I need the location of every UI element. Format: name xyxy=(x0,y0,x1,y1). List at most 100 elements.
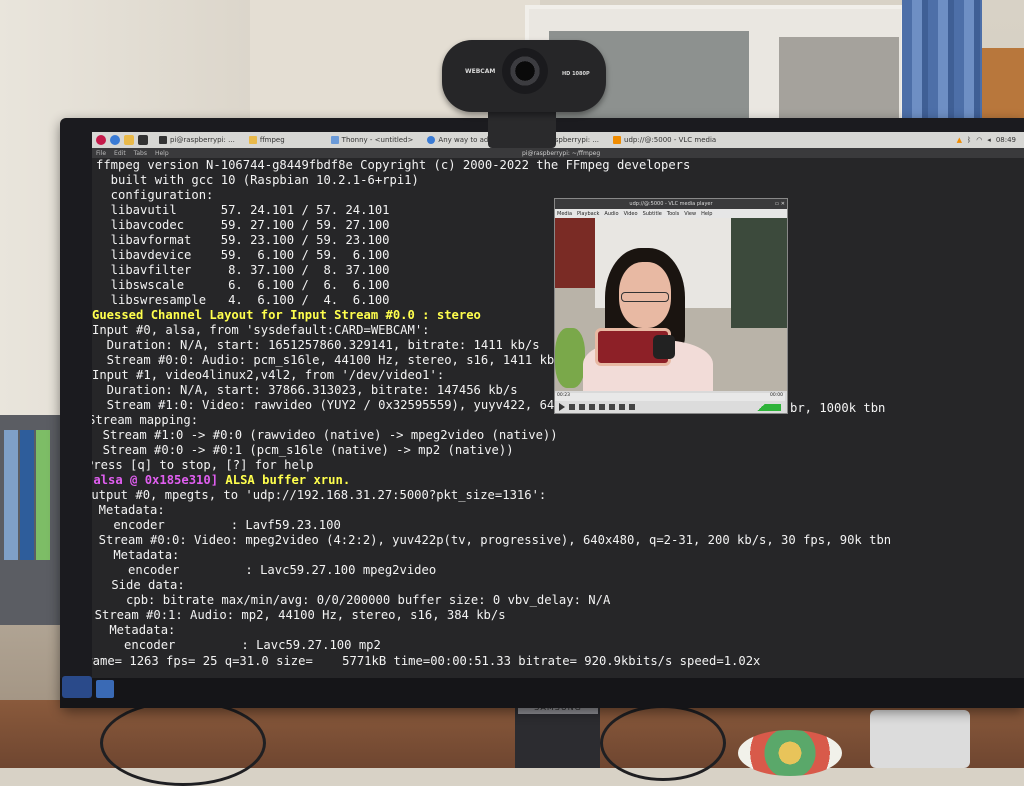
terminal-line: Metadata: xyxy=(92,503,165,517)
bluetooth-icon[interactable]: ᛒ xyxy=(967,136,971,144)
webcam-brand: WEBCAM xyxy=(465,68,496,75)
taskbar-item-vlc[interactable]: udp://@:5000 - VLC media xyxy=(610,134,719,146)
vlc-menubar: Media Playback Audio Video Subtitle Tool… xyxy=(555,209,787,218)
webcam-resolution: HD 1080P xyxy=(562,71,590,77)
vlc-title: udp://@:5000 - VLC media player xyxy=(629,201,713,207)
monitor: pi@raspberrypi: ... ffmpeg Thonny - <unt… xyxy=(60,118,1024,708)
book-spine xyxy=(36,430,50,560)
terminal-line: built with gcc 10 (Raspbian 10.2.1-6+rpi… xyxy=(96,173,419,187)
terminal-line: Stream #0:0: Video: mpeg2video (4:2:2), … xyxy=(92,533,892,547)
next-icon[interactable] xyxy=(589,404,595,410)
vlc-menu-media[interactable]: Media xyxy=(557,211,572,217)
terminal-line: Stream #0:1: Audio: mp2, 44100 Hz, stere… xyxy=(92,608,506,622)
monitor-sticker xyxy=(96,680,114,698)
stop-icon[interactable] xyxy=(579,404,585,410)
terminal-line: Input #0, alsa, from 'sysdefault:CARD=WE… xyxy=(92,323,430,337)
terminal-line: Metadata: xyxy=(109,623,176,637)
monitor-bezel xyxy=(60,678,1024,708)
vlc-video-frame[interactable] xyxy=(555,218,787,391)
vlc-menu-playback[interactable]: Playback xyxy=(577,211,599,217)
monitor-screen: pi@raspberrypi: ... ffmpeg Thonny - <unt… xyxy=(92,132,1024,682)
vlc-menu-help[interactable]: Help xyxy=(701,211,712,217)
cable xyxy=(100,700,266,786)
webcam-clip xyxy=(488,108,556,148)
clock[interactable]: 08:49 xyxy=(996,136,1016,144)
cable xyxy=(600,705,726,781)
terminal-line: Stream #0:0 -> #0:1 (pcm_s16le (native) … xyxy=(92,443,514,457)
fullscreen-icon[interactable] xyxy=(599,404,605,410)
terminal-line: Stream #1:0: Video: rawvideo (YUY2 / 0x3… xyxy=(92,398,555,412)
terminal-line: encoder : Lavc59.27.100 mpeg2video xyxy=(92,563,437,577)
menu-help[interactable]: Help xyxy=(155,150,169,157)
previous-icon[interactable] xyxy=(569,404,575,410)
terminal-line: encoder : Lavf59.23.100 xyxy=(92,518,341,532)
log-tag: [alsa @ 0x185e310] xyxy=(92,473,219,487)
vlc-menu-video[interactable]: Video xyxy=(624,211,638,217)
taskbar-item-terminal-1[interactable]: pi@raspberrypi: ... xyxy=(156,134,238,146)
menu-file[interactable]: File xyxy=(96,150,106,157)
terminal-line: Stream #0:0: Audio: pcm_s16le, 44100 Hz,… xyxy=(92,353,555,367)
coaster xyxy=(738,730,842,776)
terminal-line: encoder : Lavc59.27.100 mp2 xyxy=(92,638,381,652)
play-icon[interactable] xyxy=(559,403,565,411)
menu-tabs[interactable]: Tabs xyxy=(134,150,147,157)
volume-icon[interactable]: ◂ xyxy=(987,136,991,144)
taskbar-item-ffmpeg[interactable]: ffmpeg xyxy=(246,134,288,146)
taskbar-item-thonny[interactable]: Thonny - <untitled> xyxy=(328,134,417,146)
system-tray: ▲ ᛒ ◠ ◂ 08:49 xyxy=(952,136,1016,144)
book-spine xyxy=(20,430,34,560)
raspberry-menu-icon[interactable] xyxy=(96,135,106,145)
desktop-taskbar: pi@raspberrypi: ... ffmpeg Thonny - <unt… xyxy=(92,132,1024,148)
vlc-menu-audio[interactable]: Audio xyxy=(604,211,618,217)
shuffle-icon[interactable] xyxy=(629,404,635,410)
volume-slider[interactable] xyxy=(741,404,781,411)
vlc-menu-tools[interactable]: Tools xyxy=(667,211,679,217)
remaining-time: 00:00 xyxy=(770,393,783,398)
terminal-line: libswresample 4. 6.100 / 4. 6.100 xyxy=(96,293,390,307)
vlc-menu-view[interactable]: View xyxy=(684,211,696,217)
wifi-icon[interactable]: ◠ xyxy=(976,136,982,144)
browser-icon[interactable] xyxy=(110,135,120,145)
video-plant xyxy=(555,328,585,388)
video-phone-camera xyxy=(653,335,675,359)
terminal-line: libavcodec 59. 27.100 / 59. 27.100 xyxy=(96,218,390,232)
window-controls-icon[interactable]: ▭ ✕ xyxy=(774,199,785,209)
terminal-line: Duration: N/A, start: 37866.313023, bitr… xyxy=(92,383,518,397)
task-label: Thonny - <untitled> xyxy=(341,136,414,144)
book-spine xyxy=(4,430,18,560)
elapsed-time: 00:23 xyxy=(557,393,570,398)
video-door xyxy=(555,218,595,288)
folder-icon[interactable] xyxy=(124,135,134,145)
thonny-icon xyxy=(330,136,339,144)
terminal-line: libavutil 57. 24.101 / 57. 24.101 xyxy=(96,203,390,217)
terminal-line: configuration: xyxy=(96,188,214,202)
terminal-icon[interactable] xyxy=(138,135,148,145)
vlc-menu-subtitle[interactable]: Subtitle xyxy=(643,211,662,217)
task-label: pi@raspberrypi: ... xyxy=(170,136,235,144)
monitor-sticker xyxy=(62,676,92,698)
vlc-icon xyxy=(613,136,622,144)
terminal-line: libswscale 6. 6.100 / 6. 6.100 xyxy=(96,278,390,292)
loop-icon[interactable] xyxy=(619,404,625,410)
browser-icon xyxy=(427,136,436,144)
menu-edit[interactable]: Edit xyxy=(114,150,126,157)
terminal-line-warning: Guessed Channel Layout for Input Stream … xyxy=(92,308,481,322)
vlc-seek-bar[interactable]: 00:23 00:00 xyxy=(555,393,785,401)
folder-icon xyxy=(248,136,257,144)
vlc-controls xyxy=(555,401,785,413)
vlc-tray-icon[interactable]: ▲ xyxy=(957,136,962,144)
terminal-line-fragment: br, 1000k tbn xyxy=(790,401,886,415)
terminal-line: Output #0, mpegts, to 'udp://192.168.31.… xyxy=(92,488,547,502)
task-label: ffmpeg xyxy=(259,136,285,144)
encoding-progress-line: frame= 1263 fps= 25 q=31.0 size= 5771kB … xyxy=(92,654,761,668)
vlc-titlebar[interactable]: udp://@:5000 - VLC media player ▭ ✕ xyxy=(555,199,787,209)
terminal-line: ffmpeg version N-106744-g8449fbdf8e Copy… xyxy=(96,158,691,172)
terminal-line: Input #1, video4linux2,v4l2, from '/dev/… xyxy=(92,368,445,382)
terminal-line: Press [q] to stop, [?] for help xyxy=(92,458,314,472)
terminal-icon xyxy=(159,136,167,144)
terminal-line: libavfilter 8. 37.100 / 8. 37.100 xyxy=(96,263,390,277)
task-label: udp://@:5000 - VLC media xyxy=(624,136,717,144)
playlist-icon[interactable] xyxy=(609,404,615,410)
vlc-window[interactable]: udp://@:5000 - VLC media player ▭ ✕ Medi… xyxy=(554,198,788,414)
log-message: ALSA buffer xrun. xyxy=(218,473,351,487)
